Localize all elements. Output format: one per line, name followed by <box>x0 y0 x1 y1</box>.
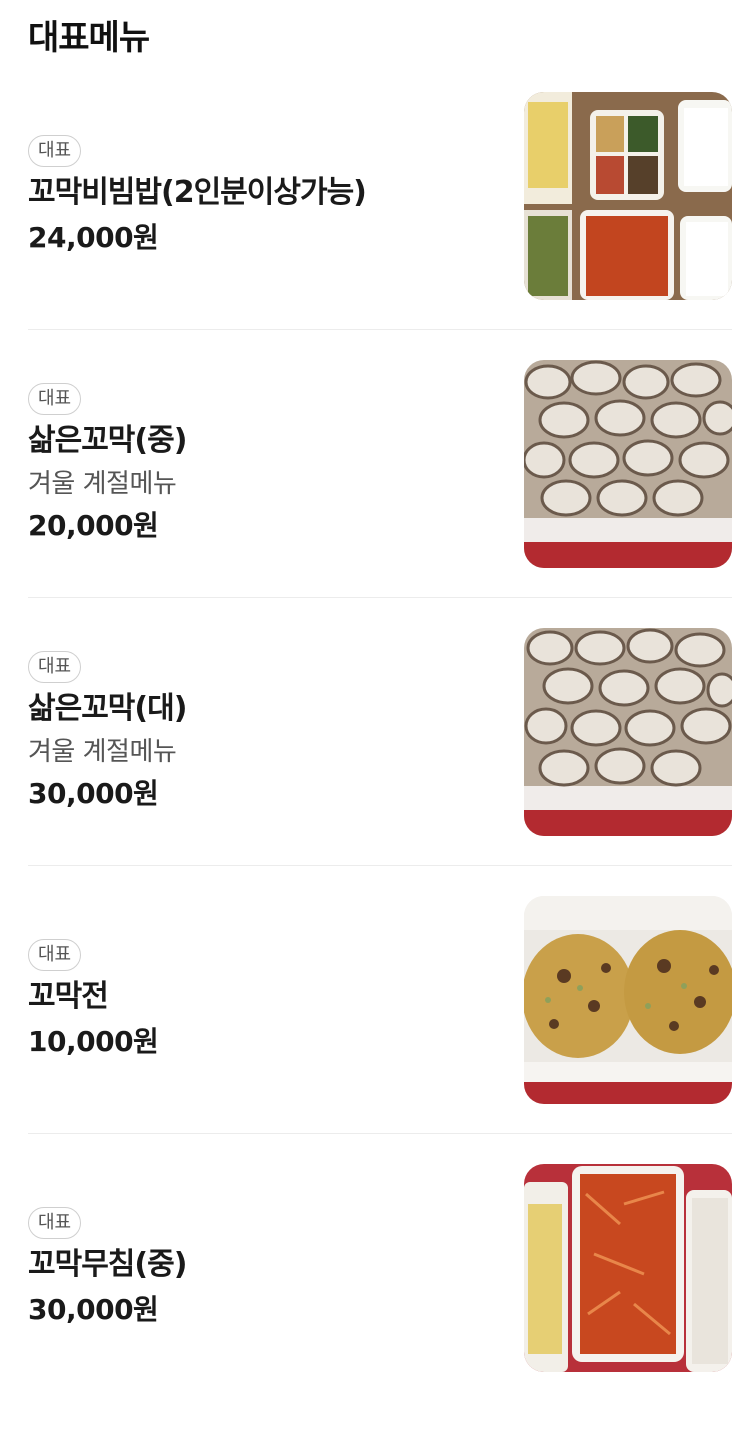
menu-item-price: 20,000원 <box>28 508 159 542</box>
menu-item-description: 겨울 계절메뉴 <box>28 468 177 499</box>
menu-item[interactable]: 대표 꼬막무침(중) 30,000원 <box>28 1134 732 1402</box>
boiled-cockles-photo <box>524 627 732 836</box>
menu-list: 대표 꼬막비빔밥(2인분이상가능) 24,000원 대표 삶은꼬막(중) 겨울 … <box>0 62 754 1402</box>
menu-item-price: 24,000원 <box>28 220 159 254</box>
menu-item-price: 30,000원 <box>28 1293 159 1326</box>
menu-item-name: 삶은꼬막(중) <box>28 422 187 458</box>
cockle-pancake-photo <box>524 895 732 1104</box>
signature-badge: 대표 <box>28 134 82 167</box>
signature-badge: 대표 <box>28 1207 82 1239</box>
menu-item-info: 대표 꼬막비빔밥(2인분이상가능) 24,000원 <box>28 62 498 329</box>
menu-item-name: 꼬막비빔밥(2인분이상가능) <box>28 174 367 210</box>
signature-badge: 대표 <box>28 382 82 415</box>
menu-item-price: 30,000원 <box>28 776 159 810</box>
menu-item-photo[interactable] <box>524 359 732 568</box>
menu-item-price: 10,000원 <box>28 1024 159 1058</box>
menu-item-description: 겨울 계절메뉴 <box>28 736 177 767</box>
menu-item[interactable]: 대표 삶은꼬막(대) 겨울 계절메뉴 30,000원 <box>28 598 732 866</box>
signature-menu-section: 대표메뉴 대표 꼬막비빔밥(2인분이상가능) 24,000원 대표 삶은꼬막(중… <box>0 0 754 1430</box>
section-title: 대표메뉴 <box>28 18 150 58</box>
signature-badge: 대표 <box>28 938 82 971</box>
menu-item-name: 삶은꼬막(대) <box>28 690 187 726</box>
signature-badge: 대표 <box>28 650 82 683</box>
menu-item-photo[interactable] <box>524 91 732 300</box>
menu-item-info: 대표 꼬막전 10,000원 <box>28 866 498 1133</box>
menu-item[interactable]: 대표 꼬막비빔밥(2인분이상가능) 24,000원 <box>28 62 732 330</box>
menu-item-info: 대표 삶은꼬막(대) 겨울 계절메뉴 30,000원 <box>28 598 498 865</box>
menu-item-photo[interactable] <box>524 895 732 1104</box>
menu-item-photo[interactable] <box>524 1164 732 1372</box>
menu-item[interactable]: 대표 꼬막전 10,000원 <box>28 866 732 1134</box>
menu-item-info: 대표 꼬막무침(중) 30,000원 <box>28 1134 498 1402</box>
boiled-cockles-photo <box>524 359 732 568</box>
seasoned-cockles-photo <box>524 1164 732 1372</box>
menu-item-name: 꼬막무침(중) <box>28 1247 187 1282</box>
menu-item-info: 대표 삶은꼬막(중) 겨울 계절메뉴 20,000원 <box>28 330 498 597</box>
bibimbap-set-photo <box>524 91 732 300</box>
menu-item[interactable]: 대표 삶은꼬막(중) 겨울 계절메뉴 20,000원 <box>28 330 732 598</box>
menu-item-name: 꼬막전 <box>28 978 109 1014</box>
menu-item-photo[interactable] <box>524 627 732 836</box>
